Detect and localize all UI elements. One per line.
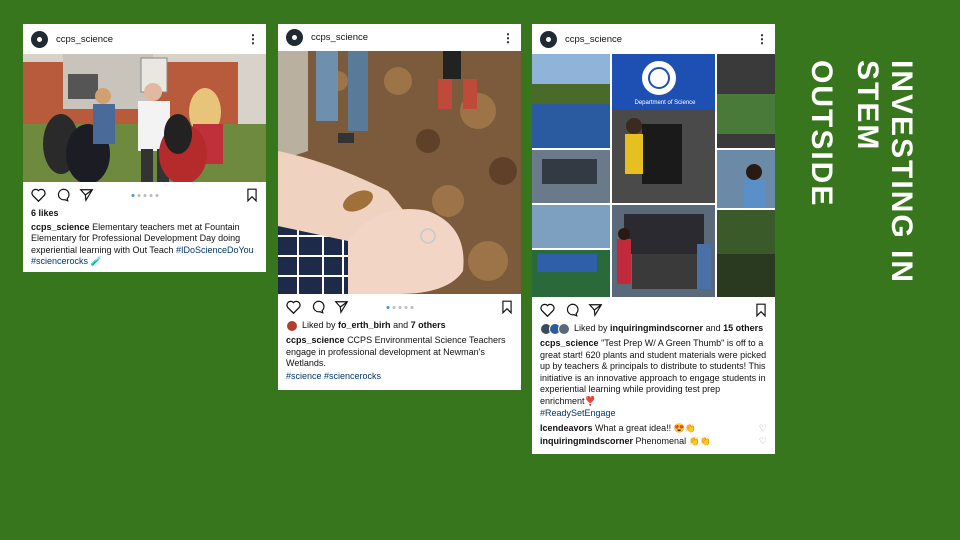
comment-username[interactable]: lcendeavors xyxy=(540,423,593,433)
post-photo[interactable] xyxy=(278,51,521,294)
caption-username[interactable]: ccps_science xyxy=(540,338,599,348)
post-photo[interactable]: Department of Science xyxy=(532,54,775,297)
liked-by-user[interactable]: inquiringmindscorner xyxy=(610,323,703,335)
instagram-post-2: ccps_science ⋮ Liked by fo_erth_birh and… xyxy=(278,24,521,390)
post-actions xyxy=(23,182,266,208)
post-header: ccps_science ⋮ xyxy=(532,24,775,54)
liked-by-others[interactable]: 7 others xyxy=(411,320,446,332)
caption: ccps_science CCPS Environmental Science … xyxy=(286,335,513,370)
post-photo[interactable] xyxy=(23,54,266,182)
liker-avatar xyxy=(558,323,570,335)
username[interactable]: ccps_science xyxy=(56,34,247,45)
heart-icon[interactable] xyxy=(540,303,555,317)
liked-by-prefix: Liked by xyxy=(574,323,608,334)
carousel-indicator xyxy=(386,305,413,309)
liked-by: Liked by fo_erth_birh and 7 others xyxy=(286,320,513,332)
caption: ccps_science Elementary teachers met at … xyxy=(31,222,258,268)
avatar[interactable] xyxy=(286,29,303,46)
caption-username[interactable]: ccps_science xyxy=(31,222,90,232)
banner-text: Department of Science xyxy=(634,100,696,106)
post-body: Liked by inquiringmindscorner and 15 oth… xyxy=(532,323,775,448)
likes-count: 6 likes xyxy=(31,208,59,218)
post-body: 6 likes ccps_science Elementary teachers… xyxy=(23,208,266,268)
bookmark-icon[interactable] xyxy=(501,300,513,314)
post-body: Liked by fo_erth_birh and 7 others ccps_… xyxy=(278,320,521,382)
liked-by-and: and xyxy=(393,320,409,331)
avatar[interactable] xyxy=(540,30,557,48)
avatar[interactable] xyxy=(31,30,48,48)
caption: ccps_science "Test Prep W/ A Green Thumb… xyxy=(540,338,767,407)
comment-icon[interactable] xyxy=(564,303,579,317)
caption-hashtags[interactable]: #science #sciencerocks xyxy=(286,371,513,383)
bookmark-icon[interactable] xyxy=(755,303,767,317)
comment-icon[interactable] xyxy=(55,188,70,202)
caption-username[interactable]: ccps_science xyxy=(286,335,345,345)
liked-by-prefix: Liked by xyxy=(302,320,336,331)
teachers-outdoors-photo xyxy=(23,54,266,182)
comment-row: inquiringmindscorner Phenomenal 👏👏 ♡ xyxy=(540,436,767,448)
username[interactable]: ccps_science xyxy=(565,34,756,45)
post-header: ccps_science ⋮ xyxy=(23,24,266,54)
slide-title: INVESTING IN STEM OUTSIDE xyxy=(800,60,918,380)
hand-holding-frog-photo xyxy=(278,51,521,294)
comment-like-icon[interactable]: ♡ xyxy=(759,436,767,448)
comment-like-icon[interactable]: ♡ xyxy=(759,423,767,435)
instagram-post-3: ccps_science ⋮ Department of Science Lik… xyxy=(532,24,775,454)
heart-icon[interactable] xyxy=(286,300,301,314)
username[interactable]: ccps_science xyxy=(311,32,502,43)
instagram-post-1: ccps_science ⋮ 6 likes ccps_science Elem… xyxy=(23,24,266,272)
comment-icon[interactable] xyxy=(310,300,325,314)
liked-by: Liked by inquiringmindscorner and 15 oth… xyxy=(540,323,767,335)
bookmark-icon[interactable] xyxy=(246,188,258,202)
heart-icon[interactable] xyxy=(31,188,46,202)
carousel-indicator xyxy=(131,193,158,197)
caption-hashtags[interactable]: #ReadySetEngage xyxy=(540,408,767,420)
comment-row: lcendeavors What a great idea!! 😍👏 ♡ xyxy=(540,423,767,435)
comment-text: What a great idea!! 😍👏 xyxy=(595,422,697,433)
caption-text: "Test Prep W/ A Green Thumb" is off to a… xyxy=(540,338,767,406)
share-icon[interactable] xyxy=(588,303,603,317)
post-actions xyxy=(278,294,521,320)
slide-title-line-2: OUTSIDE xyxy=(805,60,838,208)
post-header: ccps_science ⋮ xyxy=(278,24,521,51)
more-options-icon[interactable]: ⋮ xyxy=(756,33,768,45)
comment-text: Phenomenal 👏👏 xyxy=(635,436,711,446)
share-icon[interactable] xyxy=(79,188,94,202)
more-options-icon[interactable]: ⋮ xyxy=(502,32,514,44)
liked-by-and: and xyxy=(705,323,721,334)
slide-title-line-1: INVESTING IN STEM xyxy=(851,60,918,285)
liker-avatar xyxy=(286,320,298,332)
share-icon[interactable] xyxy=(334,300,349,314)
comment-username[interactable]: inquiringmindscorner xyxy=(540,436,633,446)
post-actions xyxy=(532,297,775,323)
liked-by-others[interactable]: 15 others xyxy=(723,323,763,335)
more-options-icon[interactable]: ⋮ xyxy=(247,33,259,45)
liked-by-user[interactable]: fo_erth_birh xyxy=(338,320,391,332)
plant-distribution-collage-photo: Department of Science xyxy=(532,54,775,297)
